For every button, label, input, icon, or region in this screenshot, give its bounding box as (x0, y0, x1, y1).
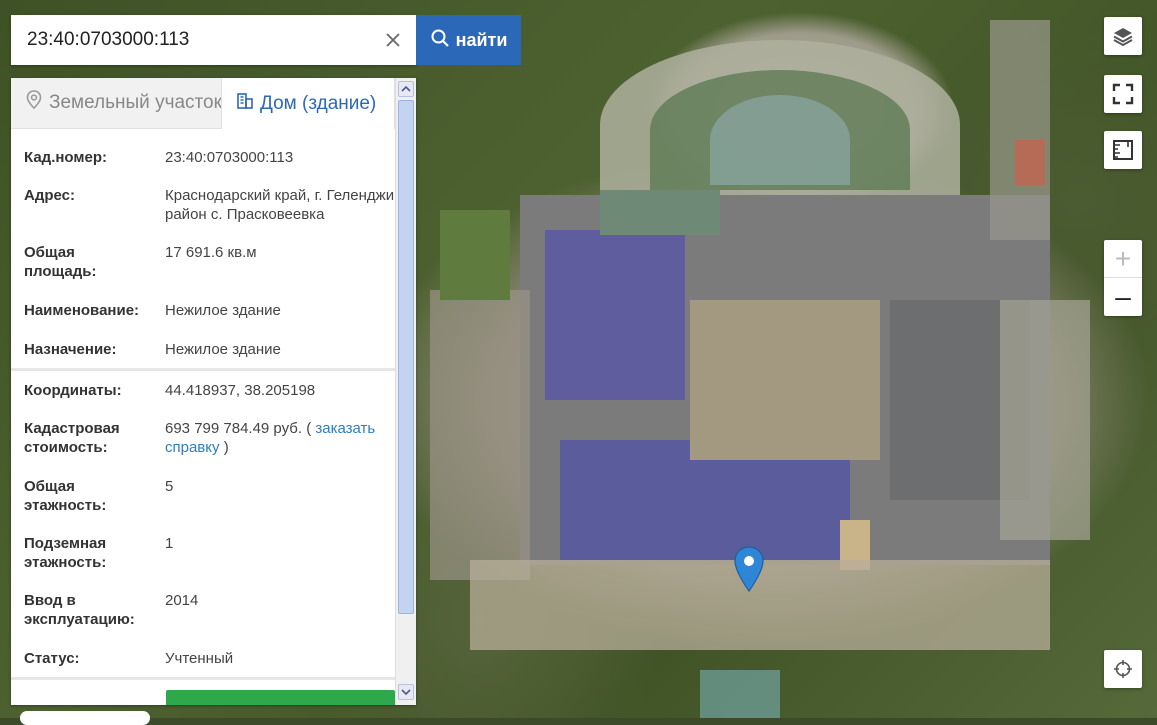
detail-value: 23:40:0703000:113 (165, 149, 294, 166)
map-terrain (600, 190, 720, 235)
detail-label: Координаты: (24, 382, 122, 399)
search-icon (430, 28, 450, 53)
detail-value: 693 799 784.49 руб. ( заказать справку ) (165, 420, 376, 456)
detail-label: Назначение: (24, 341, 117, 358)
divider (11, 368, 395, 371)
crosshair-icon (1114, 660, 1132, 678)
search-button[interactable]: найти (416, 15, 521, 65)
layers-button[interactable] (1104, 17, 1142, 55)
detail-label: Общая площадь: (24, 244, 97, 280)
tab-building[interactable]: Дом (здание) (221, 78, 395, 129)
map-terrain (545, 230, 685, 400)
details-list: Кад.номер: 23:40:0703000:113 Адрес: Крас… (11, 129, 395, 705)
order-button[interactable] (166, 690, 395, 705)
map-marker-icon (734, 546, 764, 593)
search-input[interactable] (11, 15, 371, 65)
detail-label: Статус: (24, 650, 80, 667)
detail-label: Наименование: (24, 302, 140, 319)
zoom-out-button[interactable]: – (1104, 278, 1142, 316)
order-certificate-link[interactable]: заказать (315, 420, 375, 437)
zoom-in-button[interactable]: + (1104, 240, 1142, 278)
detail-value: 2014 (165, 592, 199, 609)
map-marker[interactable] (733, 545, 765, 593)
building-icon (236, 92, 254, 116)
detail-value: Учтенный (165, 650, 234, 667)
scrollbar[interactable] (395, 78, 416, 705)
location-pin-icon (25, 90, 43, 116)
map-terrain (700, 670, 780, 718)
order-certificate-link[interactable]: справку (165, 439, 220, 456)
search-box (11, 15, 416, 65)
ruler-button[interactable] (1104, 131, 1142, 169)
tab-bar: Земельный участок Дом (здание) (11, 78, 395, 129)
map-terrain (440, 210, 510, 300)
detail-label: Ввод в эксплуатацию: (24, 592, 135, 628)
plus-icon: + (1114, 242, 1132, 274)
search-button-label: найти (455, 29, 508, 50)
detail-value: 1 (165, 535, 174, 552)
scrollbar-thumb[interactable] (398, 100, 414, 614)
detail-label: Адрес: (24, 187, 75, 204)
detail-label: Кадастровая стоимость: (24, 420, 120, 456)
map-attribution (20, 711, 150, 725)
tab-land-plot[interactable]: Земельный участок (11, 78, 221, 128)
detail-value: Нежилое здание (165, 302, 281, 319)
ruler-icon (1113, 140, 1133, 160)
fullscreen-icon (1112, 83, 1134, 105)
info-panel: Земельный участок Дом (здание) Кад.номер… (11, 78, 416, 705)
scroll-down-button[interactable] (398, 684, 414, 700)
layers-icon (1113, 28, 1133, 47)
chevron-down-icon (401, 689, 411, 696)
fullscreen-button[interactable] (1104, 75, 1142, 113)
map-terrain (990, 20, 1050, 240)
tab-building-label: Дом (здание) (260, 92, 377, 114)
zoom-control: + – (1104, 240, 1142, 316)
detail-value: 5 (165, 478, 174, 495)
detail-label: Общая этажность: (24, 478, 107, 514)
locate-button[interactable] (1104, 650, 1142, 688)
detail-label: Кад.номер: (24, 149, 107, 166)
detail-label: Подземная этажность: (24, 535, 107, 571)
detail-value: Нежилое здание (165, 341, 281, 358)
map-terrain (710, 95, 850, 185)
detail-value: 17 691.6 кв.м (165, 244, 257, 261)
map-terrain (690, 300, 880, 460)
map-terrain (430, 290, 530, 580)
map-terrain (1015, 140, 1045, 185)
close-icon[interactable] (381, 28, 405, 52)
detail-value: Краснодарский край, г. Геленджик, район … (165, 187, 395, 223)
map-terrain (1000, 300, 1090, 540)
scroll-up-button[interactable] (398, 81, 414, 97)
chevron-up-icon (401, 85, 411, 92)
tab-land-plot-label: Земельный участок (49, 92, 221, 113)
detail-value: 44.418937, 38.205198 (165, 382, 316, 399)
minus-icon: – (1115, 281, 1131, 312)
divider (11, 677, 395, 680)
